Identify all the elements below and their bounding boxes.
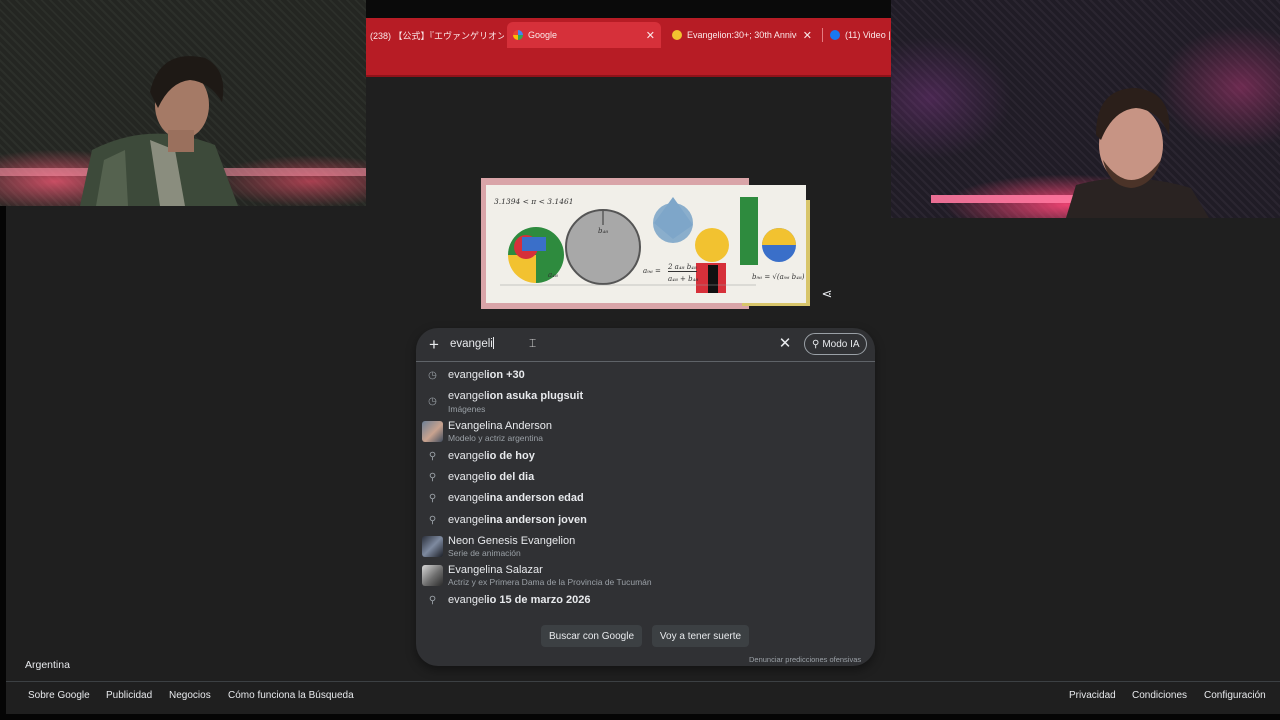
suggestion-text: Evangelina Salazar bbox=[448, 564, 543, 576]
suggestion-subtitle: Modelo y actriz argentina bbox=[448, 433, 543, 443]
ai-mode-label: Modo IA bbox=[822, 338, 860, 350]
google-search-button[interactable]: Buscar con Google bbox=[541, 625, 642, 647]
suggestion-item[interactable]: ⚲ evangelio de hoy bbox=[416, 448, 875, 466]
footer-country: Argentina bbox=[25, 659, 70, 671]
window-top-band bbox=[366, 0, 891, 18]
suggestion-text: Neon Genesis Evangelion bbox=[448, 535, 576, 547]
suggestion-subtitle: Imágenes bbox=[448, 404, 486, 414]
search-icon: ⚲ bbox=[428, 493, 437, 504]
search-icon: ⚲ bbox=[428, 451, 437, 462]
suggestion-text: evangelio 15 de marzo 2026 bbox=[448, 594, 591, 606]
search-icon: ⚲ bbox=[428, 595, 437, 606]
footer-link-terms[interactable]: Condiciones bbox=[1132, 690, 1187, 701]
search-icon: ⚲ bbox=[428, 472, 437, 483]
suggestion-text: evangelion +30 bbox=[448, 369, 525, 381]
neon-genesis-evangelion-thumbnail bbox=[422, 536, 443, 557]
history-icon: ◷ bbox=[428, 370, 437, 381]
suggestion-text: evangelina anderson joven bbox=[448, 514, 587, 526]
facebook-favicon-icon bbox=[830, 30, 840, 40]
footer-link-business[interactable]: Negocios bbox=[169, 690, 211, 701]
footer-link-how-search-works[interactable]: Cómo funciona la Búsqueda bbox=[228, 690, 354, 701]
doodle-formula-a96-den: a₄₈ + b₄₈ bbox=[668, 275, 699, 283]
search-icon: ⚲ bbox=[428, 515, 437, 526]
tab-evangelion-official[interactable]: (238) 【公式】『エヴァンゲリオン放送 ✕ bbox=[366, 22, 504, 48]
suggestion-item[interactable]: ⚲ evangelina anderson joven bbox=[416, 512, 875, 530]
doodle-formula-pi: 3.1394 < π < 3.1461 bbox=[494, 197, 574, 206]
tab-google[interactable]: Google ✕ bbox=[507, 22, 661, 48]
plus-icon[interactable]: + bbox=[425, 336, 443, 354]
tab-label: Evangelion:30+; 30th Anniversa bbox=[687, 30, 797, 40]
suggestion-item[interactable]: ⚲ evangelio 15 de marzo 2026 bbox=[416, 592, 875, 610]
search-divider bbox=[416, 361, 875, 362]
suggestion-text: evangelio del dia bbox=[448, 471, 535, 483]
browser-tab-strip: (238) 【公式】『エヴァンゲリオン放送 ✕ Google ✕ Evangel… bbox=[366, 0, 891, 77]
doodle-label-a48: a₄₈ bbox=[548, 271, 558, 279]
suggestion-item[interactable]: ◷ evangelion asuka plugsuit Imágenes bbox=[416, 388, 875, 414]
suggestion-text: evangelion asuka plugsuit bbox=[448, 390, 584, 402]
ai-mode-button[interactable]: ⚲ Modo IA bbox=[804, 333, 867, 355]
report-predictions-link[interactable]: Denunciar predicciones ofensivas bbox=[749, 655, 861, 664]
google-favicon-icon bbox=[513, 30, 523, 40]
tab-label: (238) 【公式】『エヴァンゲリオン放送 bbox=[370, 30, 504, 41]
person-left-image bbox=[0, 56, 366, 206]
suggestion-item[interactable]: ⚲ evangelina anderson edad bbox=[416, 490, 875, 508]
suggestion-item[interactable]: Evangelina Anderson Modelo y actriz arge… bbox=[416, 419, 875, 445]
webcam-right bbox=[891, 0, 1280, 218]
doodle-formula-a96-left: a₉₆ = bbox=[643, 267, 661, 275]
footer-link-privacy[interactable]: Privacidad bbox=[1069, 690, 1116, 701]
doodle-formula-a96-num: 2 a₄₈ b₄₈ bbox=[668, 263, 697, 272]
webcam-left bbox=[0, 0, 366, 206]
footer-link-about[interactable]: Sobre Google bbox=[28, 690, 90, 701]
tab-label: Google bbox=[528, 30, 558, 40]
tab-close-icon[interactable]: ✕ bbox=[797, 29, 818, 42]
suggestion-text: evangelina anderson edad bbox=[448, 492, 584, 504]
footer-divider bbox=[6, 681, 1280, 682]
tab-facebook-video[interactable]: (11) Video | F bbox=[824, 22, 891, 48]
suggestion-item[interactable]: Evangelina Salazar Actriz y ex Primera D… bbox=[416, 563, 875, 589]
search-query-text: evangeli bbox=[450, 338, 493, 350]
suggestion-item[interactable]: ◷ evangelion +30 bbox=[416, 367, 875, 385]
search-input[interactable]: evangeli bbox=[450, 337, 494, 350]
history-icon: ◷ bbox=[428, 396, 437, 407]
footer-link-settings[interactable]: Configuración bbox=[1204, 690, 1266, 701]
ai-search-icon: ⚲ bbox=[812, 338, 820, 350]
suggestion-text: evangelio de hoy bbox=[448, 450, 535, 462]
doodle-formula-b96: b₉₆ = √(a₉₆ b₄₈) bbox=[752, 273, 805, 281]
feeling-lucky-button[interactable]: Voy a tener suerte bbox=[652, 625, 749, 647]
tab-label: (11) Video | F bbox=[845, 30, 891, 40]
tab-separator bbox=[822, 28, 823, 42]
share-icon[interactable]: ⋖ bbox=[818, 285, 836, 303]
evangelina-anderson-thumbnail bbox=[422, 421, 443, 442]
mouse-ibeam-cursor: ⌶ bbox=[529, 336, 537, 350]
evangelina-salazar-thumbnail bbox=[422, 565, 443, 586]
footer-link-advertising[interactable]: Publicidad bbox=[106, 690, 152, 701]
suggestion-subtitle: Serie de animación bbox=[448, 548, 521, 558]
suggestion-item[interactable]: Neon Genesis Evangelion Serie de animaci… bbox=[416, 534, 875, 560]
google-doodle[interactable]: 3.1394 < π < 3.1461 b₄₈ a₄₈ a₉₆ = 2 a₄₈ … bbox=[486, 185, 806, 303]
toolbar-area bbox=[366, 48, 891, 77]
tab-evangelion-30th[interactable]: Evangelion:30+; 30th Anniversa ✕ bbox=[666, 22, 818, 48]
doodle-label-b48: b₄₈ bbox=[598, 227, 609, 235]
suggestion-text: Evangelina Anderson bbox=[448, 420, 552, 432]
clear-search-icon[interactable]: ✕ bbox=[778, 336, 792, 352]
suggestion-subtitle: Actriz y ex Primera Dama de la Provincia… bbox=[448, 577, 652, 587]
evangelion-favicon-icon bbox=[672, 30, 682, 40]
suggestion-item[interactable]: ⚲ evangelio del dia bbox=[416, 469, 875, 487]
text-caret bbox=[492, 337, 494, 349]
person-right-image bbox=[931, 88, 1209, 218]
tab-close-icon[interactable]: ✕ bbox=[640, 29, 661, 42]
